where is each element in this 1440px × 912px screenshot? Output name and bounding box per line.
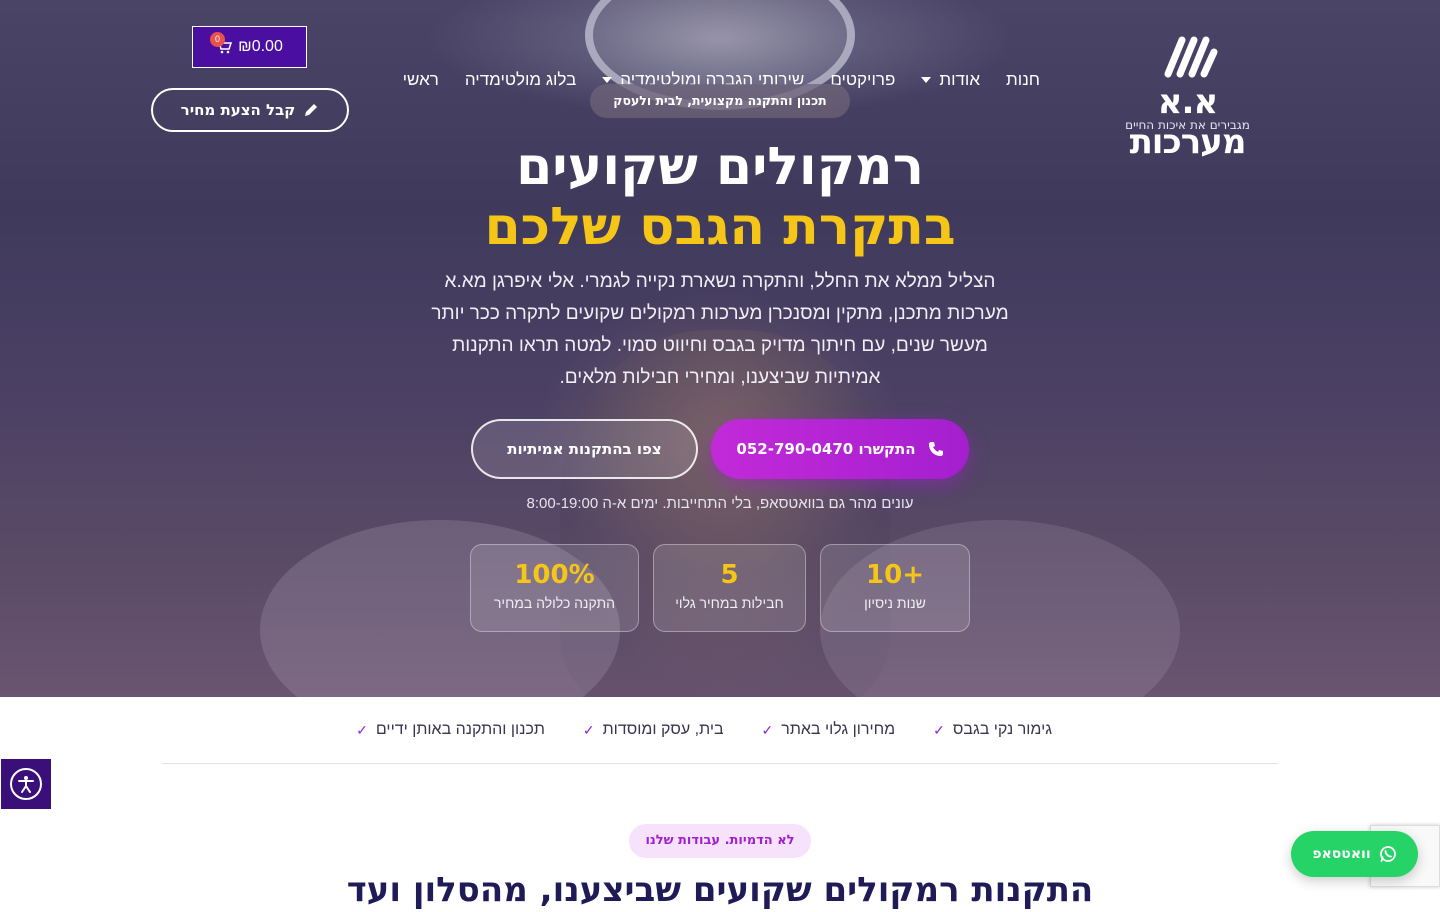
stat-value: 100% <box>514 560 595 590</box>
get-quote-label: קבל הצעת מחיר <box>180 101 296 119</box>
hero-lead-text: הצליל ממלא את החלל, והתקרה נשארת נקייה ל… <box>431 271 1009 388</box>
whatsapp-button[interactable]: וואטסאפ <box>1291 831 1418 877</box>
cart-button[interactable]: ₪0.00 <box>192 26 307 68</box>
stat-card-packages: 5 חבילות במחיר גלוי <box>653 544 806 632</box>
cart-amount: ₪0.00 <box>238 38 283 55</box>
stat-value: 10+ <box>866 560 924 590</box>
stat-card-installation: 100% התקנה כלולה במחיר <box>470 544 639 632</box>
nav-label: בלוג מולטימדיה <box>464 70 577 89</box>
feature-label: גימור נקי בגבס <box>952 721 1052 738</box>
whatsapp-label: וואטסאפ <box>1312 846 1371 862</box>
feature-item: גימור נקי בגבס ✓ <box>933 716 1052 744</box>
nav-label: חנות <box>1006 70 1040 89</box>
feature-item: בית, עסק ומוסדות ✓ <box>583 716 724 744</box>
view-installations-label: צפו בהתקנות אמיתיות <box>507 440 662 458</box>
logo-mark-icon <box>1164 36 1218 78</box>
nav-item-shop[interactable]: חנות <box>1006 68 1040 92</box>
accessibility-button[interactable] <box>0 758 52 810</box>
stat-label: חבילות במחיר גלוי <box>675 595 784 611</box>
view-installations-button[interactable]: צפו בהתקנות אמיתיות <box>471 419 698 479</box>
pencil-icon <box>305 104 318 116</box>
call-button-label: התקשרו 052-790-0470 <box>736 440 916 458</box>
logo-tagline: מגבירים את איכות החיים <box>1125 118 1250 132</box>
chevron-down-icon <box>921 77 932 83</box>
nav-label: אודות <box>939 70 981 89</box>
call-button[interactable]: התקשרו 052-790-0470 <box>711 419 969 479</box>
hero-title-line1: רמקולים שקועים <box>516 137 924 197</box>
nav-item-about[interactable]: אודות <box>921 68 980 92</box>
feature-label: בית, עסק ומוסדות <box>602 721 724 738</box>
check-icon: ✓ <box>761 721 774 738</box>
feature-item: מחירון גלוי באתר ✓ <box>762 716 896 744</box>
check-icon: ✓ <box>933 721 945 738</box>
stat-label: התקנה כלולה במחיר <box>493 595 616 611</box>
check-icon: ✓ <box>582 721 595 738</box>
cart-count-badge: 0 <box>210 32 225 47</box>
feature-label: תכנון והתקנה באותן ידיים <box>375 721 545 738</box>
section-eyebrow-pill: לא הדמיות. עבודות שלנו <box>629 824 811 858</box>
nav-label: ראשי <box>402 70 439 89</box>
feature-label: מחירון גלוי באתר <box>781 721 896 738</box>
section-title: התקנות רמקולים שקועים שביצענו, מהסלון וע… <box>346 870 1094 910</box>
features-strip: תכנון והתקנה באותן ידיים ✓ בית, עסק ומוסד… <box>356 716 1052 744</box>
stat-card-experience: 10+ שנות ניסיון <box>820 544 970 632</box>
check-icon: ✓ <box>356 721 368 738</box>
chevron-down-icon <box>602 77 613 83</box>
site-logo[interactable]: א.א מערכות מגבירים את איכות החיים <box>1100 30 1275 162</box>
hero-title-line2: בתקרת הגבס שלכם <box>484 197 956 257</box>
accessibility-icon <box>10 768 42 800</box>
nav-item-home[interactable]: ראשי <box>403 68 439 92</box>
hero-eyebrow-pill: תכנון והתקנה מקצועית, לבית ולעסק <box>590 84 850 118</box>
hero-availability-note: עונים מהר גם בוואטסאפ, בלי התחייבות. ימי… <box>526 495 914 512</box>
whatsapp-icon <box>1379 846 1396 862</box>
stat-label: שנות ניסיון <box>864 595 926 611</box>
hero-section: א.א מערכות מגבירים את איכות החיים ראשי ב… <box>0 0 1440 697</box>
get-quote-button[interactable]: קבל הצעת מחיר <box>151 88 349 132</box>
nav-item-blog[interactable]: בלוג מולטימדיה <box>465 68 576 92</box>
phone-icon <box>928 442 943 456</box>
stat-value: 5 <box>720 560 739 590</box>
feature-item: תכנון והתקנה באותן ידיים ✓ <box>356 716 545 744</box>
section-divider <box>162 763 1278 764</box>
